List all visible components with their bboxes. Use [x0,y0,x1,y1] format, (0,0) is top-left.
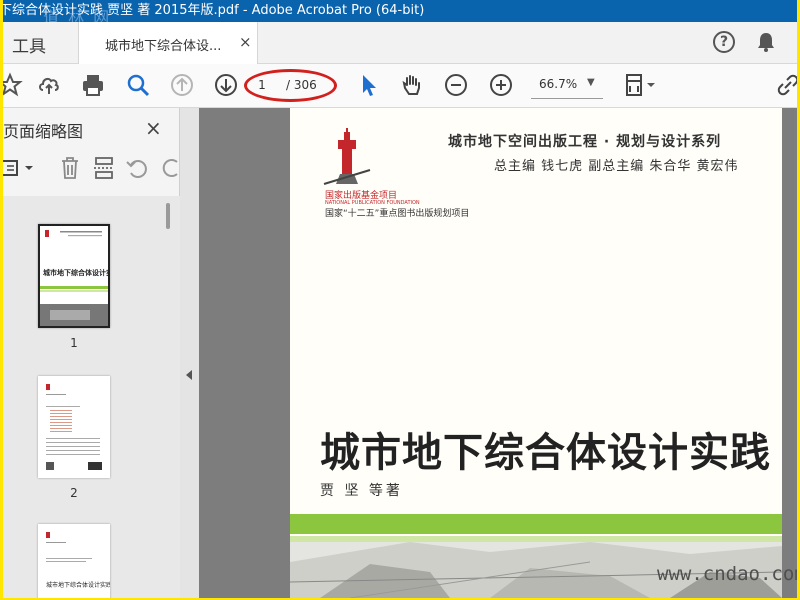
thumbnail-page-3[interactable]: 城市地下综合体设计实践 [38,524,110,598]
rotate-clockwise-icon[interactable] [159,156,180,180]
collapse-pane-icon[interactable] [186,370,192,380]
publisher-logo [323,128,371,185]
star-icon[interactable] [3,72,23,98]
tab-document[interactable]: 城市地下综合体设... × [78,22,258,64]
thumbnails-pane-title: 页面缩略图 [3,122,84,141]
acrobat-window: 下综合体设计实践 贾坚 著 2015年版.pdf - Adobe Acrobat… [3,0,797,598]
fit-page-icon[interactable] [623,72,659,98]
thumbnail-page-1[interactable]: 城市地下综合体设计实践 [38,224,110,328]
book-title: 城市地下综合体设计实践 [320,430,771,476]
print-icon[interactable] [80,72,106,98]
project-label: 国家“十二五”重点图书出版规划项目 [325,209,470,219]
pane-splitter[interactable] [180,108,199,598]
chevron-down-icon[interactable]: ▼ [587,77,595,88]
thumbnail-mini-title: 城市地下综合体设计实践 [43,269,108,277]
pdf-page: 城市地下空间出版工程 · 规划与设计系列 总主编 钱七虎 副总主编 朱合华 黄宏… [290,108,782,598]
previous-page-icon[interactable] [169,72,195,98]
bell-icon[interactable] [755,31,777,53]
thumbnails-scrollbar[interactable] [166,203,170,229]
highlight-ellipse [244,69,337,102]
thumbnail-toolbar [3,150,180,186]
page-thumbnails-pane: 页面缩略图 × 城市地下综合体设计 1 2 城市地下综合体设计实践 [3,108,180,598]
author-line: 贾 坚 等著 [320,483,403,499]
watermark-url: www.cndao.com [657,563,797,585]
green-band [290,514,782,534]
thumbnail-page-2[interactable] [38,376,110,478]
zoom-out-icon[interactable] [443,72,469,98]
series-title: 城市地下空间出版工程 · 规划与设计系列 [448,134,722,150]
close-tab-icon[interactable]: × [239,33,252,51]
zoom-input[interactable]: 66.7% [539,77,577,91]
window-title-bar: 下综合体设计实践 贾坚 著 2015年版.pdf - Adobe Acrobat… [3,0,797,22]
tab-document-label: 城市地下综合体设... [105,39,222,54]
thumbnails-list: 城市地下综合体设计实践 1 [3,196,180,598]
thumbnail-page-number: 1 [70,336,78,350]
tab-bar: 工具 城市地下综合体设... × ? [3,22,797,64]
extract-pages-icon[interactable] [93,156,115,180]
editors-line: 总主编 钱七虎 副总主编 朱合华 黄宏伟 [494,159,739,174]
help-icon[interactable]: ? [713,31,735,53]
select-arrow-icon[interactable] [355,72,381,98]
thumbnail-page-number: 2 [70,486,78,500]
zoom-in-icon[interactable] [488,72,514,98]
next-page-icon[interactable] [213,72,239,98]
rotate-counterclockwise-icon[interactable] [125,156,149,180]
zoom-search-icon[interactable] [125,72,151,98]
document-view[interactable]: 城市地下空间出版工程 · 规划与设计系列 总主编 钱七虎 副总主编 朱合华 黄宏… [199,108,797,598]
main-toolbar: 1 / 306 66.7% ▼ [3,64,797,108]
tab-tools[interactable]: 工具 [12,32,46,57]
thumbnail-options-icon[interactable] [3,157,37,179]
delete-icon[interactable] [59,156,81,180]
zoom-underline [531,98,603,99]
thumbnail-page-2-art [46,384,102,470]
hand-icon[interactable] [399,72,425,98]
upload-icon[interactable] [36,72,62,98]
close-pane-icon[interactable]: × [145,116,162,140]
thumbnail-mini-title: 城市地下综合体设计实践 [46,582,110,589]
link-icon[interactable] [775,72,797,98]
